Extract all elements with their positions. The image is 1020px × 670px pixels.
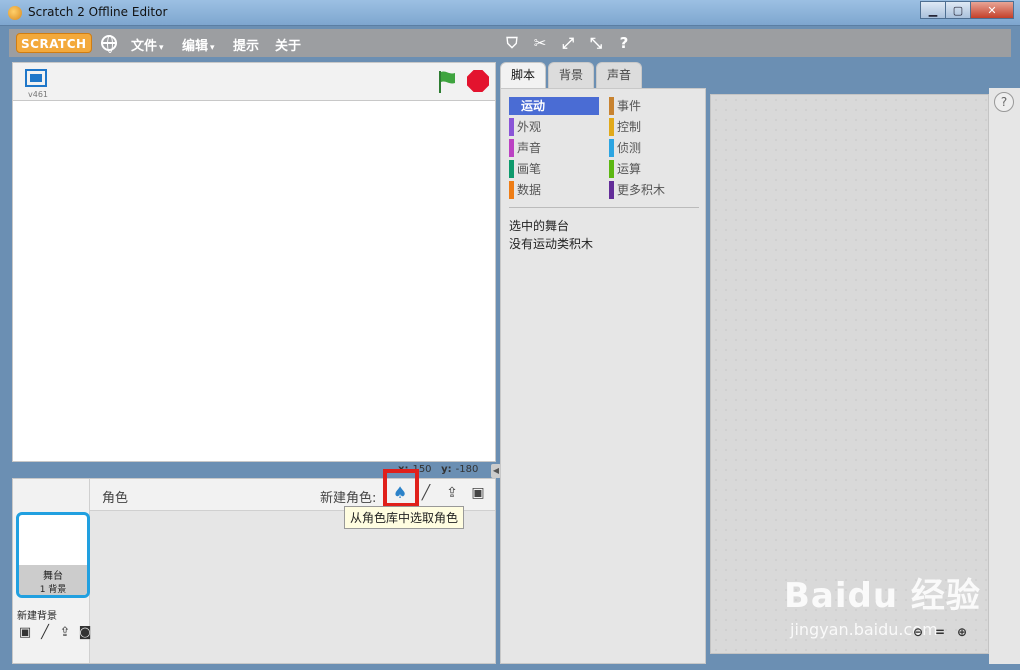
sprites-title: 角色 <box>102 491 129 506</box>
category-color-swatch <box>609 181 614 199</box>
stage-header: v461 <box>12 62 496 100</box>
tab-backdrops[interactable]: 背景 <box>548 62 595 88</box>
y-label: y: <box>441 464 452 475</box>
stage-column: 舞台 1 背景 新建背景 ▣ ╱ ⇪ ◙ <box>13 479 93 663</box>
zoom-out-icon[interactable]: ⊖ <box>910 624 926 640</box>
grow-icon[interactable]: ⤢ <box>558 33 578 53</box>
backdrop-tools: ▣ ╱ ⇪ ◙ <box>17 625 93 641</box>
scratch-logo[interactable]: SCRATCH <box>16 33 92 53</box>
category-color-swatch <box>509 139 514 157</box>
menubar: SCRATCH 文件 ▾ 编辑 ▾ 提示 关于 ⛉ ✂ ⤢ ⤡ ? <box>9 29 1011 57</box>
scratch-cat-icon <box>8 6 22 20</box>
editor-tabs: 脚本 背景 声音 <box>500 62 644 88</box>
chevron-down-icon: ▾ <box>210 43 215 53</box>
category-0[interactable]: 运动 <box>509 97 599 115</box>
maximize-button[interactable]: ▢ <box>945 1 971 19</box>
paint-sprite-icon[interactable]: ╱ <box>416 483 436 503</box>
category-label: 侦测 <box>617 141 642 155</box>
category-color-swatch <box>609 97 614 115</box>
palette-divider <box>509 207 699 208</box>
menu-tips[interactable]: 提示 <box>233 35 259 54</box>
help-icon[interactable]: ? <box>994 92 1014 112</box>
minimize-button[interactable]: ▁ <box>920 1 946 19</box>
category-5[interactable]: 侦测 <box>609 139 641 157</box>
backdrop-library-icon[interactable]: ▣ <box>17 625 33 641</box>
upload-backdrop-icon[interactable]: ⇪ <box>57 625 73 641</box>
category-3[interactable]: 控制 <box>609 118 641 136</box>
stop-icon[interactable] <box>467 70 489 92</box>
new-backdrop-label: 新建背景 <box>17 611 57 622</box>
window-titlebar: Scratch 2 Offline Editor ▁ ▢ ✕ <box>0 0 1020 26</box>
category-label: 更多积木 <box>617 183 666 197</box>
menu-edit[interactable]: 编辑 ▾ <box>182 35 215 54</box>
camera-sprite-icon[interactable]: ▣ <box>468 483 488 503</box>
camera-backdrop-icon[interactable]: ◙ <box>77 625 93 641</box>
stage-thumb-title: 舞台 <box>43 571 63 582</box>
stage-thumbnail[interactable]: 舞台 1 背景 <box>16 512 90 598</box>
stage-thumb-sublabel: 1 背景 <box>39 585 67 595</box>
category-8[interactable]: 数据 <box>509 181 541 199</box>
category-9[interactable]: 更多积木 <box>609 181 665 199</box>
window-controls: ▁ ▢ ✕ <box>920 1 1014 19</box>
category-label: 运算 <box>617 162 642 176</box>
cut-icon[interactable]: ✂ <box>530 33 550 53</box>
category-6[interactable]: 画笔 <box>509 160 541 178</box>
category-color-swatch <box>509 160 514 178</box>
block-help-icon[interactable]: ? <box>614 33 634 53</box>
stage-canvas[interactable] <box>12 100 496 462</box>
stamp-icon[interactable]: ⛉ <box>502 33 522 53</box>
window-title: Scratch 2 Offline Editor <box>28 5 168 19</box>
language-globe-icon[interactable] <box>101 35 117 53</box>
category-label: 外观 <box>517 120 542 134</box>
green-flag-icon[interactable] <box>437 70 457 94</box>
category-label: 画笔 <box>517 162 542 176</box>
category-color-swatch <box>509 181 514 199</box>
category-label: 数据 <box>517 183 542 197</box>
no-motion-blocks-text: 没有运动类积木 <box>509 237 594 251</box>
category-2[interactable]: 外观 <box>509 118 541 136</box>
tab-sounds[interactable]: 声音 <box>596 62 643 88</box>
category-color-swatch <box>609 139 614 157</box>
fullscreen-icon[interactable] <box>25 69 47 87</box>
new-sprite-label: 新建角色: <box>320 491 377 506</box>
block-palette: 运动 事件外观 控制声音 侦测画笔 运算数据 更多积木 选中的舞台 没有运动类积木 <box>500 88 706 664</box>
category-color-swatch <box>609 118 614 136</box>
watermark-logo: Baidu 经验 <box>784 576 981 616</box>
tooltip: 从角色库中选取角色 <box>344 506 465 529</box>
upload-sprite-icon[interactable]: ⇪ <box>442 483 462 503</box>
category-7[interactable]: 运算 <box>609 160 641 178</box>
menu-file[interactable]: 文件 ▾ <box>131 35 164 54</box>
category-label: 声音 <box>517 141 542 155</box>
paint-backdrop-icon[interactable]: ╱ <box>37 625 53 641</box>
menu-edit-label: 编辑 <box>182 39 209 54</box>
chevron-down-icon: ▾ <box>159 43 164 53</box>
highlight-box <box>383 469 419 507</box>
category-label: 事件 <box>617 99 642 113</box>
category-1[interactable]: 事件 <box>609 97 641 115</box>
cursor-tools: ⛉ ✂ ⤢ ⤡ ? <box>502 33 634 53</box>
category-label: 控制 <box>617 120 642 134</box>
shrink-icon[interactable]: ⤡ <box>586 33 606 53</box>
zoom-in-icon[interactable]: ⊕ <box>954 624 970 640</box>
category-label: 运动 <box>521 99 546 113</box>
stage-thumb-label: 舞台 1 背景 <box>19 565 87 595</box>
category-color-swatch <box>509 118 514 136</box>
y-value: -180 <box>455 464 479 475</box>
category-color-swatch <box>609 160 614 178</box>
right-edge <box>989 88 1020 664</box>
selected-stage-text: 选中的舞台 <box>509 219 570 233</box>
tab-scripts[interactable]: 脚本 <box>500 62 547 88</box>
menu-file-label: 文件 <box>131 39 158 54</box>
zoom-reset-icon[interactable]: = <box>932 624 948 640</box>
close-button[interactable]: ✕ <box>970 1 1014 19</box>
version-label: v461 <box>28 90 49 99</box>
zoom-controls: ⊖ = ⊕ <box>910 624 970 640</box>
menu-about[interactable]: 关于 <box>275 35 301 54</box>
category-4[interactable]: 声音 <box>509 139 541 157</box>
